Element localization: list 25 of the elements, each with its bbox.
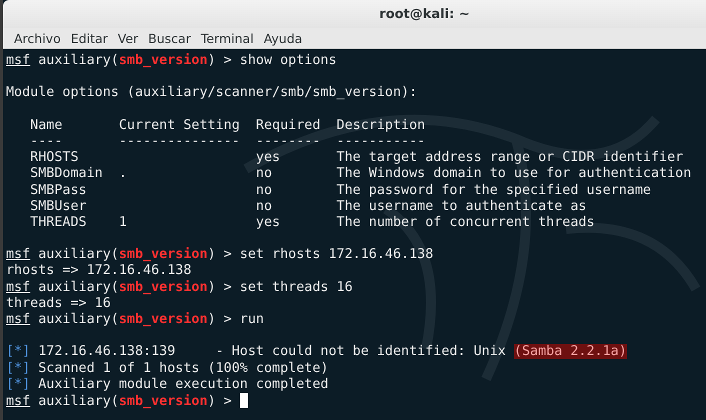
output-line: threads => 16 — [6, 296, 112, 312]
prompt-line: msf auxiliary(smb_version) > — [6, 392, 706, 410]
output-line: Name Current Setting Required Description — [29, 118, 426, 134]
output-line: THREADS 1 yes The number of concurrent threads — [29, 214, 596, 232]
window-title: root@kali: ~ — [378, 6, 470, 22]
prompt-line: msf auxiliary(smb_version) > show options — [6, 53, 338, 70]
output-line: SMBUser no The username to authenticate as — [29, 198, 588, 215]
output-line: RHOSTS yes The target address range or CIDR identifier — [29, 150, 684, 166]
output-line: SMBDomain . no The Windows domain to use for authentication — [29, 166, 692, 182]
prompt-line: msf auxiliary(smb_version) > run — [6, 312, 265, 328]
output-line: Module options (auxiliary/scanner/smb/smb_version): — [6, 85, 418, 102]
status-line: [*] Auxiliary module execution completed — [6, 376, 330, 393]
menu-item[interactable]: Archivo — [9, 28, 66, 48]
output-line: rhosts => 172.16.46.138 — [6, 263, 192, 280]
menu-item[interactable]: Ayuda — [258, 28, 308, 48]
prompt-line: msf auxiliary(smb_version) > set threads 16 — [6, 280, 354, 296]
prompt-line: msf auxiliary(smb_version) > set rhosts 172.16.46.138 — [6, 247, 434, 264]
output-line: ---- --------------- -------- ----------- — [29, 134, 426, 150]
menu-item[interactable]: Buscar — [143, 28, 196, 48]
status-line: [*] 172.16.46.138:139 - Host could not be identified: Unix (Samba 2.2.1a) — [6, 344, 628, 361]
output-line: SMBPass no The password for the specified username — [29, 182, 652, 199]
menu-item[interactable]: Terminal — [196, 28, 259, 48]
menu-item[interactable]: Ver — [112, 28, 144, 48]
menu-item[interactable]: Editar — [66, 28, 113, 48]
status-line: [*] Scanned 1 of 1 hosts (100% complete) — [6, 360, 330, 377]
